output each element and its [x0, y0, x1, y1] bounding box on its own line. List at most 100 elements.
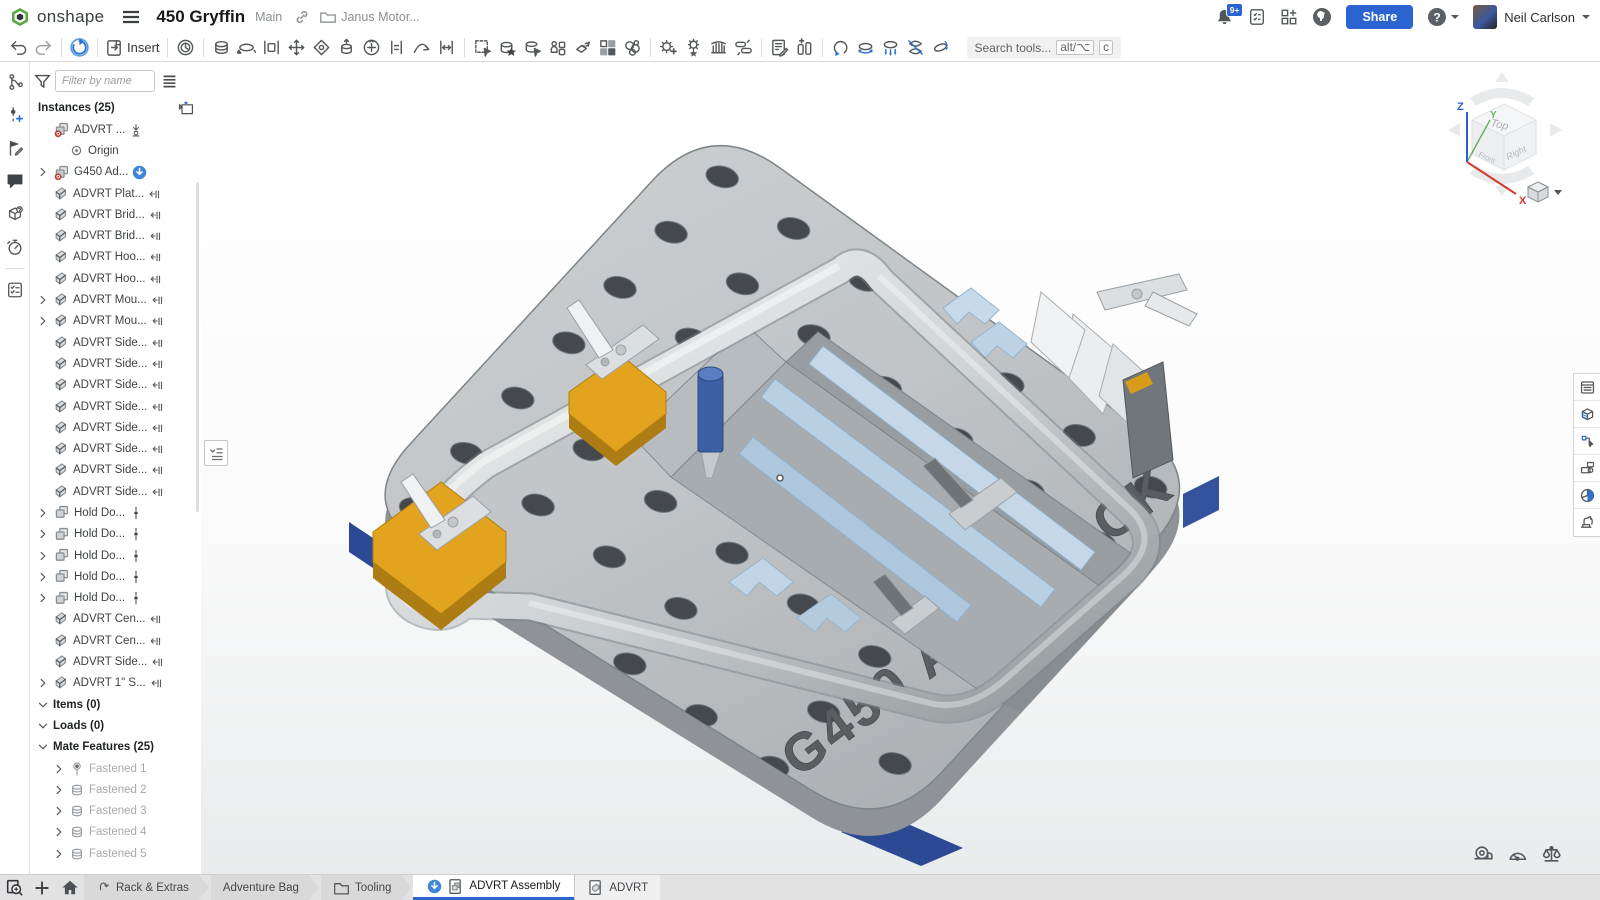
protractor-button[interactable] [1507, 844, 1528, 865]
instance[interactable]: ADVRT Hoo... [30, 247, 200, 268]
chevron-right-icon[interactable] [52, 826, 65, 838]
panel-flyout-toggle[interactable] [204, 440, 228, 466]
chevron-right-icon[interactable] [36, 571, 49, 583]
instance-hold-down[interactable]: Hold Do... [30, 566, 200, 587]
instance[interactable]: ADVRT Brid... [30, 204, 200, 225]
instance[interactable]: ADVRT Side... [30, 396, 200, 417]
rail-release-management-button[interactable] [2, 136, 27, 160]
mass-properties-button[interactable] [1574, 482, 1600, 509]
chevron-right-icon[interactable] [36, 677, 49, 689]
chevron-right-icon[interactable] [52, 763, 65, 775]
chevron-right-icon[interactable] [36, 592, 49, 604]
hidden-items-button[interactable] [1574, 401, 1600, 428]
bom-button[interactable] [767, 36, 792, 60]
instance[interactable]: ADVRT Mou... [30, 289, 200, 310]
app-store-icon[interactable] [1280, 8, 1298, 26]
mate-cylindrical-button[interactable] [334, 36, 359, 60]
search-tabs-icon[interactable] [0, 875, 28, 900]
section-loads[interactable]: Loads (0) [30, 715, 200, 736]
chevron-right-icon[interactable] [36, 315, 49, 327]
origin[interactable]: Origin [30, 140, 200, 161]
chevron-right-icon[interactable] [36, 550, 49, 562]
instance[interactable]: ADVRT Side... [30, 481, 200, 502]
rollback-button[interactable] [67, 36, 92, 60]
mate-revolute-button[interactable] [234, 36, 259, 60]
chevron-down-icon[interactable] [36, 741, 49, 753]
tab-manager-home-button[interactable] [56, 875, 84, 900]
group-parts-button[interactable] [545, 36, 570, 60]
replicate-button[interactable] [495, 36, 520, 60]
help-menu[interactable]: ? [1427, 7, 1459, 27]
instance[interactable]: ADVRT Plat... [30, 183, 200, 204]
assembly-origin-marker[interactable] [777, 475, 783, 481]
exploded-translate-button[interactable] [878, 36, 903, 60]
link-icon[interactable] [294, 9, 310, 25]
instance[interactable]: ADVRT Side... [30, 353, 200, 374]
instance[interactable]: ADVRT 1" S... [30, 673, 200, 694]
instance-hold-down[interactable]: Hold Do... [30, 502, 200, 523]
subassembly-g450[interactable]: G450 Ad... [30, 162, 200, 183]
in-context-button[interactable] [731, 36, 756, 60]
instance[interactable]: ADVRT Cen... [30, 630, 200, 651]
mate-tangent-button[interactable] [409, 36, 434, 60]
instance[interactable]: ADVRT Side... [30, 332, 200, 353]
mate-fastened-4[interactable]: Fastened 4 [30, 822, 200, 843]
instance[interactable]: ADVRT Side... [30, 417, 200, 438]
query-filter-button[interactable] [520, 36, 545, 60]
structure-panel-button[interactable] [1574, 374, 1600, 401]
hamburger-menu-icon[interactable] [122, 10, 140, 24]
redo-button[interactable] [31, 36, 56, 60]
move-part-button[interactable] [570, 36, 595, 60]
mate-fastened-5[interactable]: Fastened 5 [30, 843, 200, 864]
mate-pin-slot-button[interactable] [359, 36, 384, 60]
filter-input[interactable] [55, 70, 155, 92]
instance[interactable]: ADVRT Hoo... [30, 268, 200, 289]
list-options-icon[interactable] [161, 73, 178, 90]
rail-insights-button[interactable] [2, 202, 27, 226]
tab-tooling[interactable]: Tooling [321, 875, 411, 900]
insert-button[interactable]: Insert [103, 36, 162, 60]
chevron-right-icon[interactable] [36, 294, 49, 306]
search-tools-input[interactable]: Search tools... alt/⌥ c [967, 37, 1122, 59]
chevron-right-icon[interactable] [52, 784, 65, 796]
root-assembly[interactable]: ADVRT ... [30, 119, 200, 140]
instance-hold-down[interactable]: Hold Do... [30, 545, 200, 566]
rail-properties-button[interactable] [2, 278, 27, 302]
project-breadcrumb[interactable]: Janus Motor... [320, 10, 420, 24]
workspace-name[interactable]: Main [255, 10, 282, 24]
appearance-panel-button[interactable] [928, 36, 953, 60]
section-mate-features[interactable]: Mate Features (25) [30, 737, 200, 758]
mate-fastened-2[interactable]: Fastened 2 [30, 779, 200, 800]
instance[interactable]: ADVRT Mou... [30, 311, 200, 332]
history-button[interactable] [173, 36, 198, 60]
rail-create-version-button[interactable] [2, 103, 27, 127]
mate-slider-button[interactable] [259, 36, 284, 60]
mate-planar-button[interactable] [284, 36, 309, 60]
mate-fastened-1[interactable]: Fastened 1 [30, 758, 200, 779]
new-tab-button[interactable] [28, 875, 56, 900]
insert-instance-icon[interactable] [178, 101, 194, 115]
share-button[interactable]: Share [1346, 5, 1413, 29]
rack-pinion-button[interactable] [706, 36, 731, 60]
tab-adventure-bag[interactable]: Adventure Bag [211, 875, 319, 900]
rail-performance-button[interactable] [2, 235, 27, 259]
linear-pattern-button[interactable] [595, 36, 620, 60]
instance[interactable]: ADVRT Cen... [30, 609, 200, 630]
notifications-bell-icon[interactable]: 9+ [1215, 8, 1234, 27]
learning-center-icon[interactable] [1312, 7, 1332, 27]
mate-fastened-button[interactable] [209, 36, 234, 60]
instance[interactable]: ADVRT Side... [30, 460, 200, 481]
instance[interactable]: ADVRT Side... [30, 651, 200, 672]
chevron-down-icon[interactable] [36, 720, 49, 732]
named-positions-button[interactable] [792, 36, 817, 60]
instance-hold-down[interactable]: Hold Do... [30, 524, 200, 545]
graphics-viewport[interactable]: G450 ADV RACK [201, 62, 1600, 875]
mate-fastened-3[interactable]: Fastened 3 [30, 801, 200, 822]
box-select-button[interactable] [470, 36, 495, 60]
instance[interactable]: ADVRT Side... [30, 438, 200, 459]
chevron-right-icon[interactable] [36, 166, 49, 178]
view-cube[interactable]: Top Front Right Y Z X [1440, 70, 1570, 210]
chevron-right-icon[interactable] [52, 848, 65, 860]
rail-versions-history-button[interactable] [2, 70, 27, 94]
instance[interactable]: ADVRT Side... [30, 375, 200, 396]
